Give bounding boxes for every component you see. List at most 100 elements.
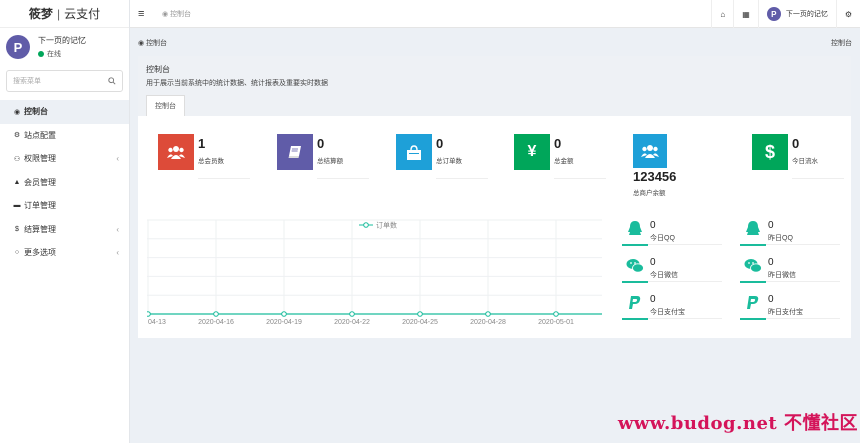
- sidebar-item[interactable]: ◉ 控制台: [0, 100, 129, 124]
- group-icon: ⚇: [13, 155, 21, 163]
- x-tick-label: 04-13: [148, 319, 166, 326]
- logo-sub: 云支付: [64, 7, 101, 21]
- user-panel: P 下一页的记忆 在线: [0, 28, 129, 66]
- stat-value: 0: [554, 136, 562, 151]
- main-panel: 控制台 用于展示当前系统中的统计数据、统计报表及重要实时数据 控制台 1 总会员…: [138, 56, 851, 338]
- logo-separator: |: [56, 6, 61, 21]
- data-point[interactable]: [417, 311, 423, 317]
- mini-value: 0: [768, 257, 774, 268]
- sidebar-item-label: 站点配置: [24, 130, 56, 140]
- wechat-icon: [744, 259, 762, 273]
- mini-value: 0: [768, 220, 774, 231]
- x-tick-label: 2020-04-22: [334, 319, 370, 326]
- wechat-icon: [626, 259, 644, 273]
- mini-stat-yesterday-wechat: 0 昨日微信: [740, 255, 840, 287]
- stat-value: 1: [198, 136, 206, 151]
- topbar-user-menu[interactable]: P 下一页的记忆: [757, 0, 836, 28]
- sidebar-item[interactable]: $ 结算管理 ‹: [0, 218, 129, 242]
- app-logo[interactable]: 筱梦 | 云支付: [0, 0, 129, 28]
- dashboard-icon: ◉: [162, 11, 169, 18]
- shopping-bag-icon: [396, 134, 432, 170]
- sidebar-item[interactable]: ⚇ 权限管理 ‹: [0, 147, 129, 171]
- mini-label: 今日QQ: [650, 235, 675, 242]
- sidebar-item[interactable]: ○ 更多选项 ‹: [0, 241, 129, 265]
- gear-icon: ⚙: [13, 132, 21, 140]
- legend-marker-icon: [363, 222, 369, 228]
- breadcrumb-right: 控制台: [831, 40, 852, 47]
- trash-icon[interactable]: ▦: [733, 0, 758, 28]
- dollar-icon: $: [15, 225, 19, 233]
- mini-stat-today-alipay: 0 今日支付宝: [622, 292, 722, 324]
- home-icon[interactable]: ⌂: [711, 0, 733, 28]
- sidebar-item[interactable]: ▬ 订单管理: [0, 194, 129, 218]
- chevron-left-icon: ‹: [116, 154, 119, 164]
- breadcrumb[interactable]: ◉ 控制台: [138, 38, 167, 48]
- topbar-breadcrumb[interactable]: ◉ 控制台: [162, 9, 191, 19]
- mini-label: 昨日支付宝: [768, 309, 803, 316]
- data-point[interactable]: [349, 311, 355, 317]
- stat-value: 0: [317, 136, 325, 151]
- mini-label: 今日支付宝: [650, 309, 685, 316]
- search-placeholder: 搜索菜单: [13, 78, 41, 85]
- data-point[interactable]: [553, 311, 559, 317]
- sidebar-menu: ◉ 控制台 ⚙ 站点配置 ⚇ 权限管理 ‹ ▲ 会员管理 ▬ 订单管理 $ 结算管理 ‹ ○ 更多选项 ‹: [0, 100, 129, 265]
- topbar-username: 下一页的记忆: [785, 11, 828, 18]
- sidebar-item-label: 权限管理: [24, 154, 56, 164]
- mini-stat-yesterday-qq: 0 昨日QQ: [740, 218, 840, 250]
- settings-icon[interactable]: ⚙: [835, 0, 860, 28]
- mini-stat-yesterday-alipay: 0 昨日支付宝: [740, 292, 840, 324]
- paypal-icon: [747, 296, 759, 309]
- data-point[interactable]: [213, 311, 219, 317]
- avatar: P: [766, 7, 781, 21]
- book-icon: [277, 134, 313, 170]
- data-point[interactable]: [147, 311, 151, 317]
- sidebar-item-label: 控制台: [24, 107, 48, 117]
- stat-total-members: 1 总会员数: [158, 134, 268, 180]
- stat-label: 总商户余额: [633, 190, 666, 197]
- stat-value: 0: [436, 136, 444, 151]
- card-icon: ▬: [13, 202, 21, 210]
- topbar: ≡ ◉ 控制台 ⌂ ▦ P 下一页的记忆 ⚙: [130, 0, 860, 28]
- stat-value: 123456: [633, 169, 677, 184]
- x-tick-label: 2020-04-19: [266, 319, 302, 326]
- sidebar-item-label: 订单管理: [24, 201, 56, 211]
- mini-label: 昨日QQ: [768, 235, 793, 242]
- mini-value: 0: [650, 220, 656, 231]
- sidebar-item[interactable]: ▲ 会员管理: [0, 171, 129, 195]
- stat-total-amount: ¥ 0 总金额: [514, 134, 624, 180]
- users-icon: [633, 134, 667, 168]
- search-input[interactable]: 搜索菜单: [6, 70, 123, 92]
- user-status: 在线: [38, 49, 86, 59]
- watermark: www.budog.net 不懂社区: [617, 413, 858, 434]
- dollar-icon: $: [752, 134, 788, 170]
- search-icon[interactable]: [108, 77, 116, 85]
- mini-stat-today-wechat: 0 今日微信: [622, 255, 722, 287]
- x-tick-label: 2020-04-25: [402, 319, 438, 326]
- stat-label: 总结算额: [317, 158, 343, 165]
- content-header: ◉ 控制台 控制台: [130, 28, 860, 54]
- sidebar: 筱梦 | 云支付 P 下一页的记忆 在线 搜索菜单 ◉ 控制台 ⚙ 站点配置 ⚇ 权限管理…: [0, 0, 130, 443]
- user-icon: ▲: [13, 178, 21, 186]
- menu-toggle-icon[interactable]: ≡: [138, 8, 144, 20]
- sidebar-item-label: 结算管理: [24, 224, 56, 234]
- sidebar-item[interactable]: ⚙ 站点配置: [0, 124, 129, 148]
- data-point[interactable]: [281, 311, 287, 317]
- online-dot-icon: [38, 51, 44, 57]
- stat-label: 总订单数: [436, 158, 462, 165]
- chevron-left-icon: ‹: [116, 248, 119, 258]
- page-title: 控制台: [146, 65, 170, 74]
- yen-icon: ¥: [514, 134, 550, 170]
- tab-dashboard[interactable]: 控制台: [146, 95, 185, 116]
- legend-label[interactable]: 订单数: [376, 221, 397, 230]
- stat-merchant-balance: 123456 总商户余额: [633, 134, 743, 197]
- circle-icon: ○: [14, 249, 20, 257]
- dashboard-icon: ◉: [13, 108, 21, 116]
- stat-label: 总金额: [554, 158, 574, 165]
- mini-value: 0: [768, 294, 774, 305]
- data-point[interactable]: [485, 311, 491, 317]
- user-status-label: 在线: [47, 51, 61, 58]
- stat-today-flow: $ 0 今日流水: [752, 134, 860, 180]
- mini-stat-today-qq: 0 今日QQ: [622, 218, 722, 250]
- qq-icon: [746, 221, 760, 235]
- mini-label: 昨日微信: [768, 272, 796, 279]
